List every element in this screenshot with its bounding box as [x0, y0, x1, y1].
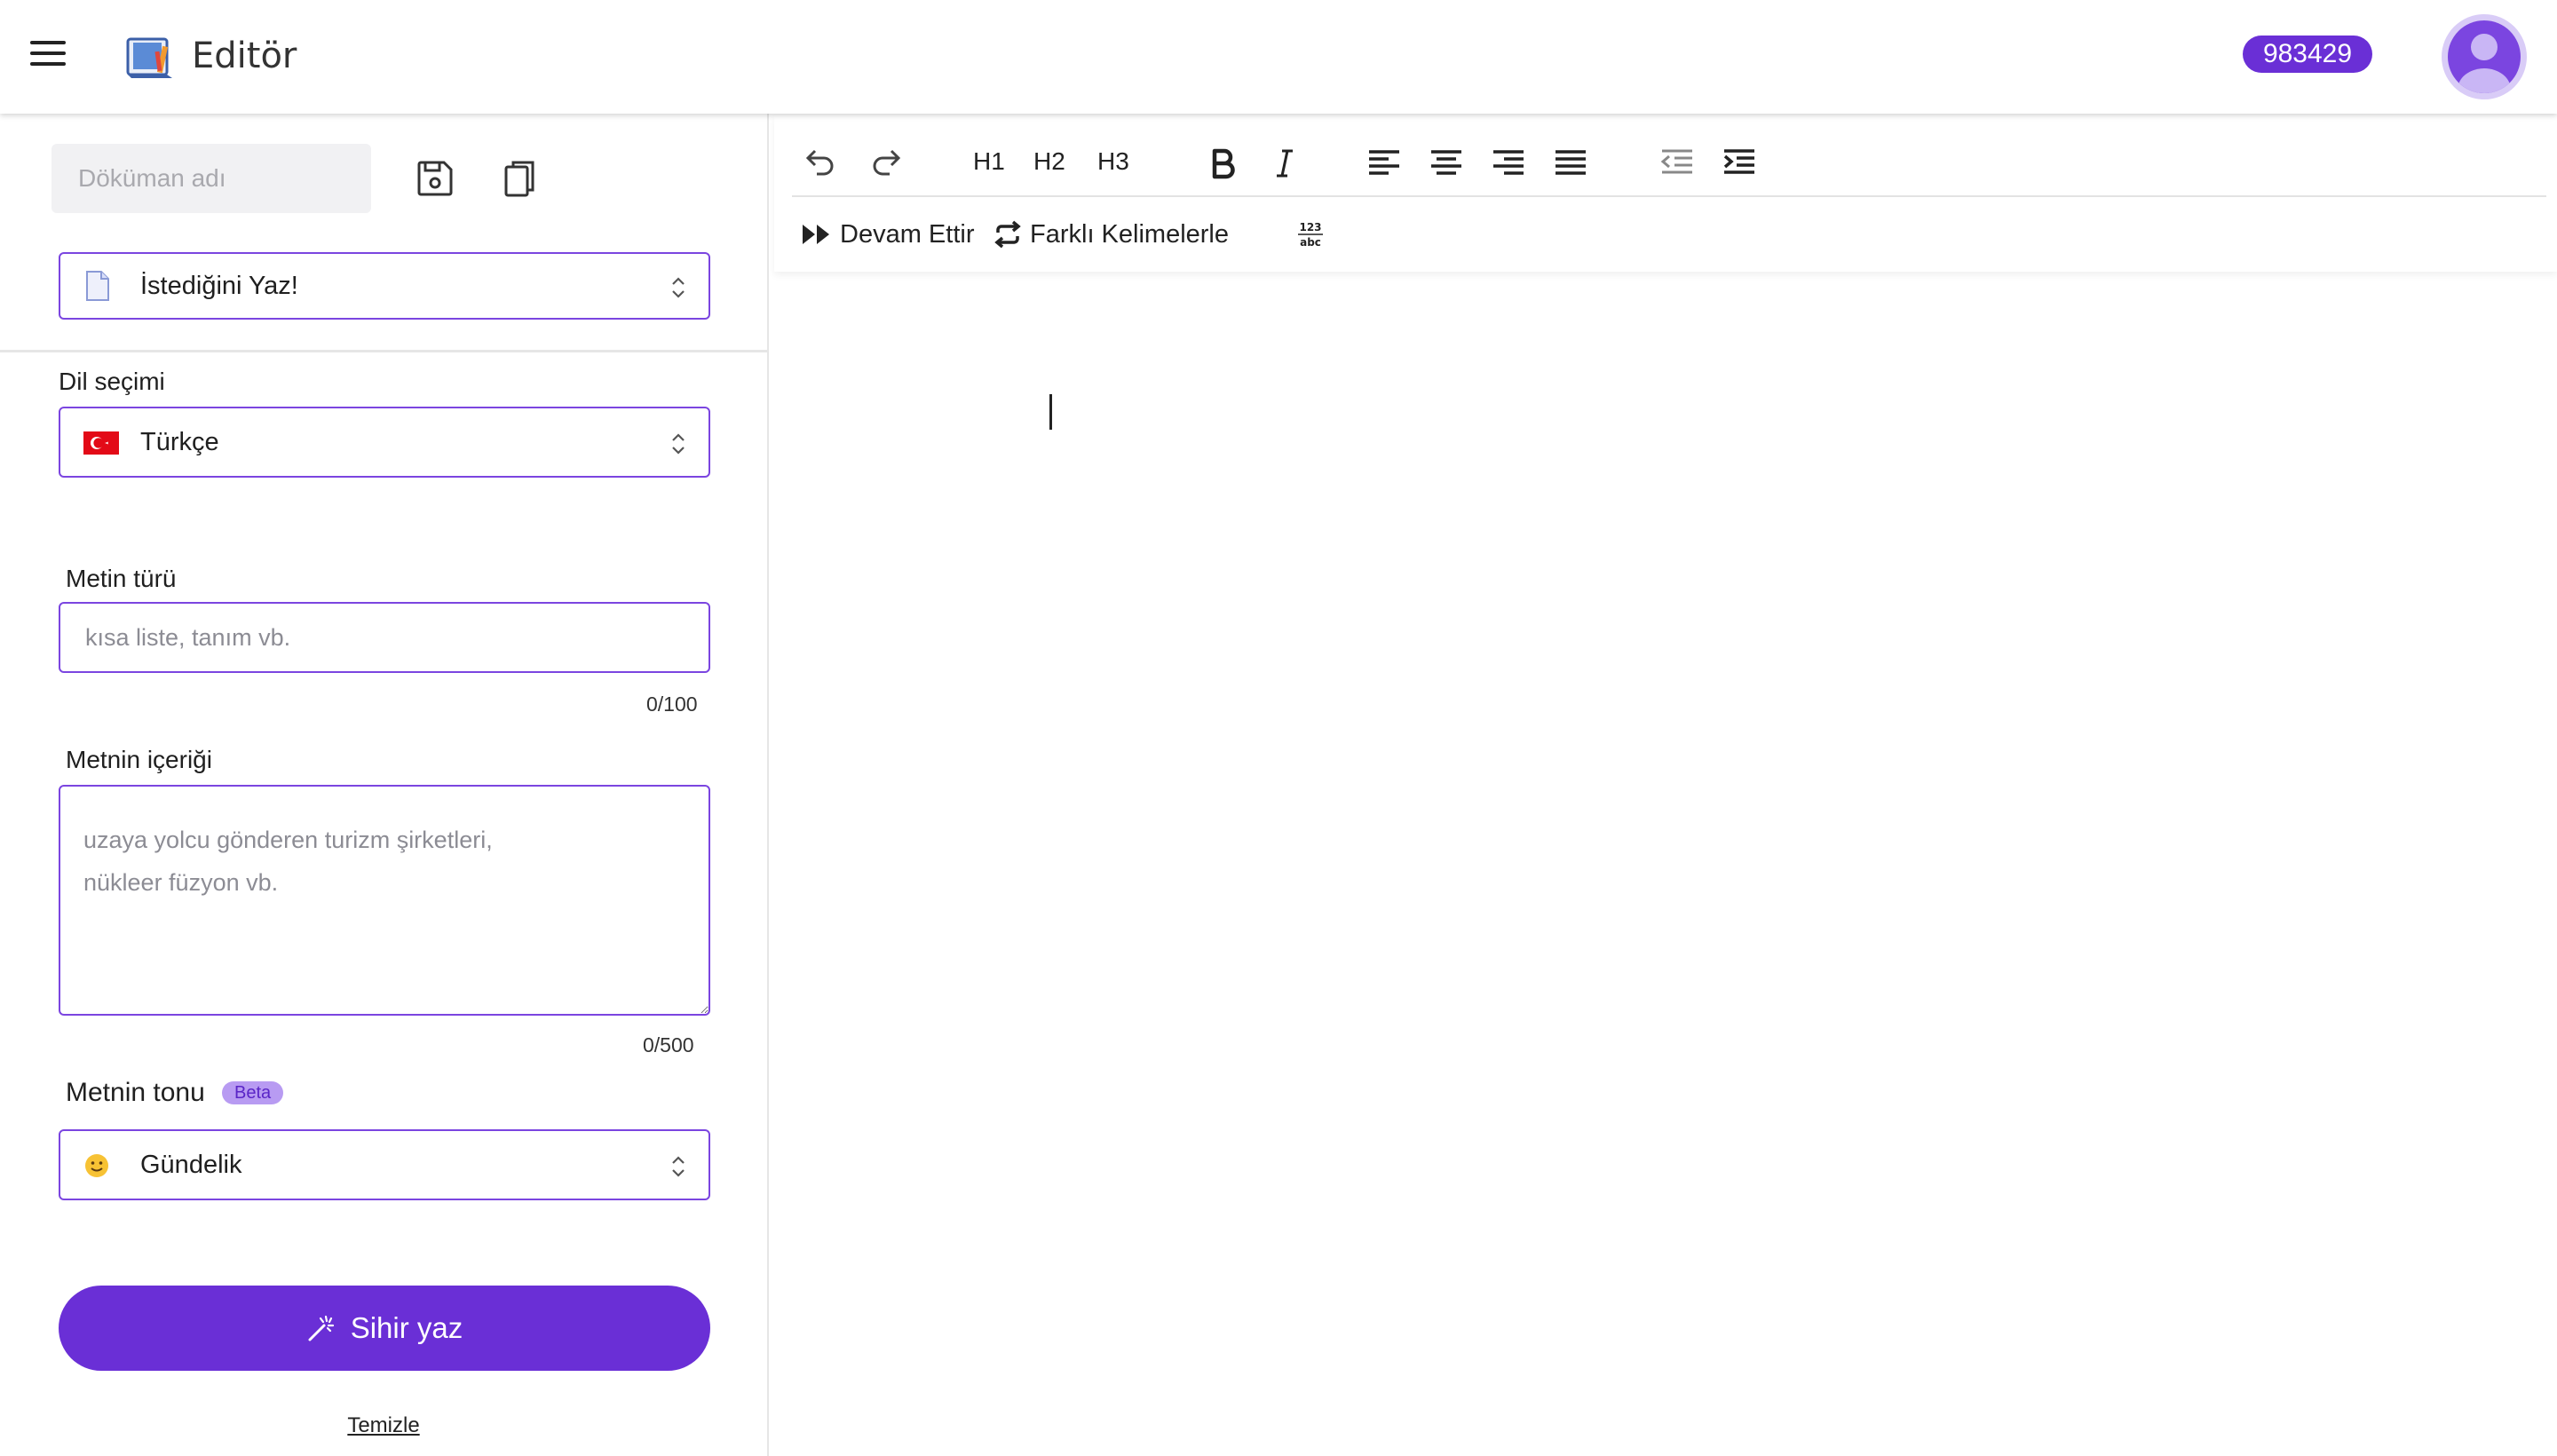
heading-2-button[interactable]: H2 — [1033, 147, 1065, 176]
svg-text:abc: abc — [1300, 236, 1321, 249]
book-logo-icon — [126, 37, 172, 78]
language-label: Dil seçimi — [59, 368, 165, 395]
top-app-bar: Editör 983429 — [0, 0, 2557, 114]
fast-forward-icon — [803, 225, 829, 244]
continue-writing-label: Devam Ettir — [840, 219, 975, 249]
hamburger-menu-icon[interactable] — [30, 41, 66, 73]
document-icon — [86, 271, 109, 301]
document-name-input[interactable] — [51, 144, 371, 213]
smiley-emoji-icon — [85, 1154, 108, 1177]
text-type-counter: 0/100 — [646, 692, 698, 716]
text-content-label: Metnin içeriği — [66, 746, 212, 773]
language-select-value: Türkçe — [140, 428, 219, 456]
template-select[interactable]: İstediğini Yaz! — [59, 252, 710, 320]
repeat-icon — [994, 220, 1021, 249]
rephrase-button[interactable]: Farklı Kelimelerle — [993, 217, 1229, 252]
clear-link[interactable]: Temizle — [0, 1413, 767, 1438]
indent-icon[interactable] — [1721, 144, 1758, 181]
toolbar-row-divider — [792, 195, 2546, 197]
magic-write-label: Sihir yaz — [350, 1311, 463, 1344]
align-center-icon[interactable] — [1428, 144, 1465, 181]
text-content-textarea[interactable] — [59, 785, 710, 1016]
continue-writing-button[interactable]: Devam Ettir — [801, 217, 974, 252]
italic-icon[interactable] — [1266, 144, 1303, 181]
tone-select[interactable]: Gündelik — [59, 1129, 710, 1200]
outdent-icon[interactable] — [1658, 144, 1696, 181]
template-select-value: İstediğini Yaz! — [140, 272, 298, 300]
align-justify-icon[interactable] — [1552, 144, 1589, 181]
credit-badge: 983429 — [2243, 36, 2372, 73]
turkey-flag-icon — [83, 431, 119, 455]
heading-1-button[interactable]: H1 — [973, 147, 1005, 176]
text-cursor — [1049, 394, 1052, 430]
copy-icon[interactable] — [497, 156, 542, 201]
app-title: Editör — [192, 36, 297, 76]
user-avatar-icon[interactable] — [2442, 14, 2527, 99]
beta-badge: Beta — [222, 1081, 284, 1104]
text-type-input[interactable] — [59, 602, 710, 673]
redo-icon[interactable] — [868, 144, 906, 181]
text-content-counter: 0/500 — [643, 1033, 694, 1056]
language-select[interactable]: Türkçe — [59, 407, 710, 478]
heading-3-button[interactable]: H3 — [1097, 147, 1129, 176]
chevron-updown-icon — [672, 277, 685, 298]
sidebar-panel: İstediğini Yaz! Dil seçimi Türkçe Metin … — [0, 114, 769, 1456]
magic-write-button[interactable]: Sihir yaz — [59, 1286, 710, 1371]
magic-wand-icon — [308, 1315, 334, 1341]
bold-icon[interactable] — [1204, 144, 1241, 181]
text-type-label: Metin türü — [66, 565, 177, 592]
svg-text:123: 123 — [1299, 221, 1321, 233]
editor-toolbar: H1 H2 H3 Devam Ettir Farklı Kelimelerle … — [774, 115, 2557, 272]
chevron-updown-icon — [672, 433, 685, 455]
editor-content-area[interactable] — [774, 272, 2557, 1456]
align-left-icon[interactable] — [1366, 144, 1403, 181]
undo-icon[interactable] — [801, 144, 838, 181]
save-icon[interactable] — [413, 156, 457, 201]
sidebar-divider — [0, 350, 767, 352]
rephrase-label: Farklı Kelimelerle — [1030, 219, 1229, 249]
chevron-updown-icon — [672, 1156, 685, 1177]
align-right-icon[interactable] — [1490, 144, 1527, 181]
tone-select-value: Gündelik — [140, 1151, 242, 1179]
tone-label: Metnin tonu — [66, 1078, 205, 1107]
spellcheck-123-abc-icon[interactable]: 123 abc — [1293, 217, 1328, 252]
